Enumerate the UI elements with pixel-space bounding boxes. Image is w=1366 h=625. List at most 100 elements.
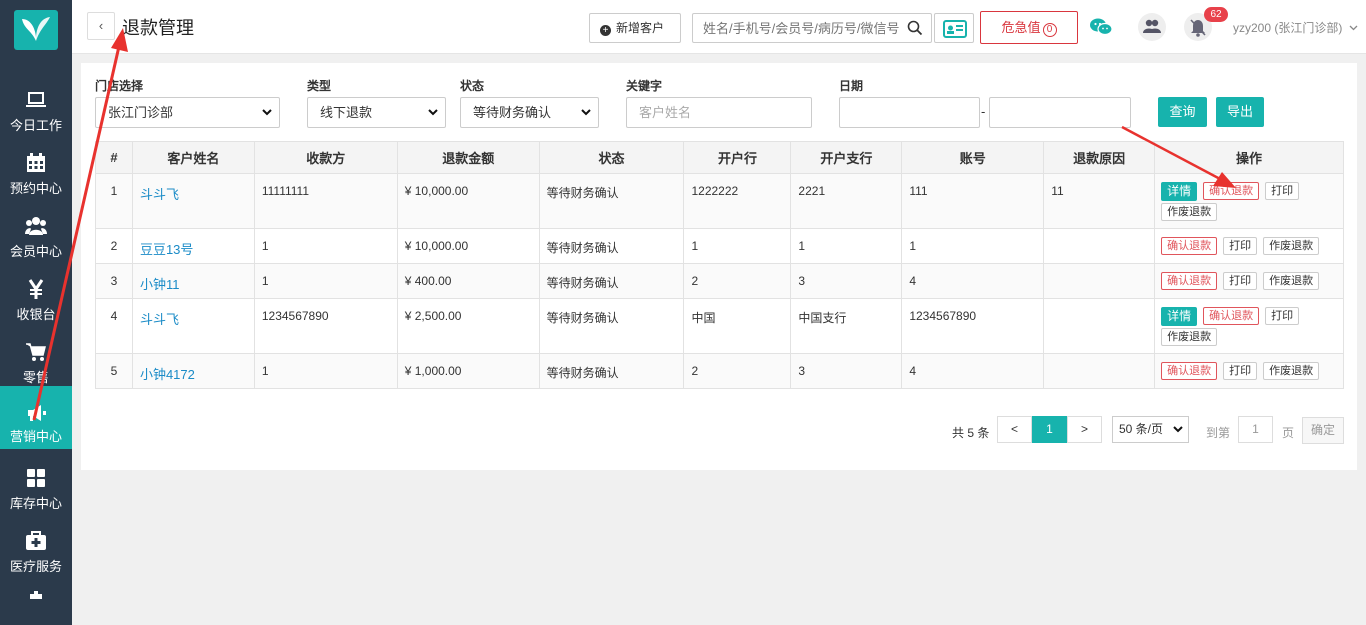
row-payee: 1 [253,263,398,299]
plus-circle-icon: + [600,25,611,36]
goto-suffix: 页 [1282,426,1295,440]
chevron-down-icon [1173,426,1183,433]
type-select[interactable]: 线下退款 [307,97,446,128]
void-refund-button[interactable]: 作废退款 [1263,237,1320,255]
sidebar-item-appointments[interactable]: 预约中心 [0,143,72,206]
void-refund-button[interactable]: 作废退款 [1263,272,1320,290]
print-button[interactable]: 打印 [1223,362,1258,380]
void-refund-button[interactable]: 作废退款 [1263,362,1320,380]
row-payee: 11111111 [253,173,398,229]
sidebar-item-label: 收银台 [16,307,56,322]
yen-icon [28,279,44,299]
goto-page-input[interactable]: 1 [1238,416,1273,443]
next-page-button[interactable]: > [1067,416,1102,443]
query-button[interactable]: 查询 [1158,97,1207,127]
user-menu[interactable]: yzy200 (张江门诊部) [1233,19,1358,36]
sidebar-item-marketing[interactable]: 营销中心 [0,386,72,449]
row-index: 2 [95,228,133,264]
row-reason [1043,228,1156,264]
row-payee: 1234567890 [253,298,398,354]
page-size-select[interactable]: 50 条/页 [1112,416,1189,443]
goto-confirm-button[interactable]: 确定 [1302,417,1344,444]
back-button[interactable]: ‹ [87,12,115,40]
void-refund-button[interactable]: 作废退款 [1161,328,1218,346]
confirm-refund-button[interactable]: 确认退款 [1161,272,1218,290]
customer-search-input[interactable] [693,14,905,42]
customer-name-link[interactable]: 小钟4172 [140,367,195,382]
confirm-refund-button[interactable]: 确认退款 [1203,182,1260,200]
row-bank: 1 [683,228,792,264]
chevron-down-icon [1349,25,1358,31]
print-button[interactable]: 打印 [1223,237,1258,255]
row-branch: 2221 [790,173,903,229]
team-button[interactable] [1138,13,1166,41]
end-date-input[interactable] [989,97,1131,128]
refund-table: # 客户姓名 收款方 退款金额 状态 开户行 开户支行 账号 退款原因 操作 1… [95,141,1344,389]
keyword-input[interactable] [626,97,812,128]
sidebar-item-inventory[interactable]: 库存中心 [0,458,72,521]
sidebar-item-medical[interactable]: 医疗服务 [0,521,72,584]
row-account: 1 [901,228,1045,264]
chevron-down-icon [262,109,272,116]
critical-value-count: 0 [1042,23,1057,37]
start-date-input[interactable] [839,97,980,128]
row-status: 等待财务确认 [538,228,685,264]
pagination-total: 共 5 条 [952,426,990,440]
store-select[interactable]: 张江门诊部 [95,97,280,128]
row-actions: 确认退款 打印 作废退款 [1154,263,1344,299]
sidebar-item-cashier[interactable]: 收银台 [0,269,72,332]
status-select[interactable]: 等待财务确认 [460,97,599,128]
row-amount: ¥ 1,000.00 [396,353,540,389]
search-icon[interactable] [907,20,923,36]
refund-panel: 门店选择 张江门诊部 类型 线下退款 状态 等待财务确认 关键字 日期 - 查询… [81,63,1357,470]
col-reason: 退款原因 [1043,141,1156,174]
print-button[interactable]: 打印 [1265,307,1300,325]
more-icon[interactable] [28,590,44,602]
row-actions: 确认退款 打印 作废退款 [1154,353,1344,389]
table-row: 3 小钟11 1 ¥ 400.00 等待财务确认 2 3 4 确认退款 打印 作废退… [95,263,1344,299]
col-actions: 操作 [1154,141,1344,174]
customer-name-link[interactable]: 豆豆13号 [140,242,193,257]
add-customer-button[interactable]: + 新增客户 [589,13,681,43]
void-refund-button[interactable]: 作废退款 [1161,203,1218,221]
critical-value-button[interactable]: 危急值 0 [980,11,1078,44]
customer-name-link[interactable]: 斗斗飞 [140,187,179,202]
row-index: 5 [95,353,133,389]
prev-page-button[interactable]: < [997,416,1032,443]
col-status: 状态 [538,141,685,174]
row-payee: 1 [253,353,398,389]
app-logo[interactable] [14,10,58,50]
detail-button[interactable]: 详情 [1161,307,1198,326]
customer-name-link[interactable]: 斗斗飞 [140,312,179,327]
sidebar-item-members[interactable]: 会员中心 [0,206,72,269]
customer-name-link[interactable]: 小钟11 [140,277,180,292]
chevron-down-icon [581,109,591,116]
print-button[interactable]: 打印 [1265,182,1300,200]
megaphone-icon [28,405,46,421]
medkit-icon [26,531,46,550]
top-header: ‹ 退款管理 + 新增客户 危急值0 62 yzy200 (张江门诊部) [72,0,1366,54]
row-account: 111 [901,173,1045,229]
table-row: 1 斗斗飞 11111111 ¥ 10,000.00 等待财务确认 122222… [95,173,1344,229]
confirm-refund-button[interactable]: 确认退款 [1161,237,1218,255]
row-branch: 3 [790,263,903,299]
confirm-refund-button[interactable]: 确认退款 [1161,362,1218,380]
detail-button[interactable]: 详情 [1161,182,1198,201]
sidebar-item-today-work[interactable]: 今日工作 [0,80,72,143]
status-select-value: 等待财务确认 [473,105,552,120]
type-label: 类型 [307,79,332,93]
print-button[interactable]: 打印 [1223,272,1258,290]
row-reason: 11 [1043,173,1156,229]
sidebar-item-label: 零售 [22,370,49,385]
page-1-button[interactable]: 1 [1032,416,1067,443]
table-row: 5 小钟4172 1 ¥ 1,000.00 等待财务确认 2 3 4 确认退款打… [95,353,1344,389]
id-card-button[interactable] [934,13,974,43]
wechat-icon[interactable] [1088,14,1114,40]
table-header-row: # 客户姓名 收款方 退款金额 状态 开户行 开户支行 账号 退款原因 操作 [95,141,1344,174]
row-bank: 1222222 [683,173,792,229]
confirm-refund-button[interactable]: 确认退款 [1203,307,1260,325]
row-index: 1 [95,173,133,229]
calendar-icon [27,153,45,172]
export-button[interactable]: 导出 [1216,97,1264,127]
row-account: 1234567890 [901,298,1045,354]
